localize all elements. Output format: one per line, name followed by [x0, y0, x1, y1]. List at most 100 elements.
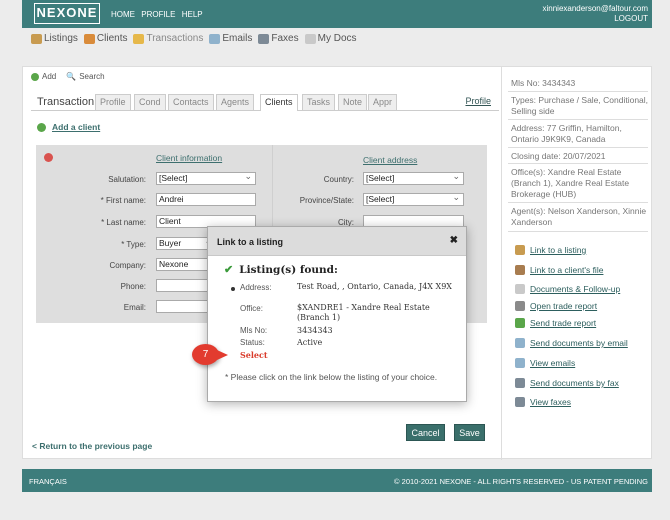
- link-listing-label: Link to a listing: [530, 245, 587, 255]
- client-address-heading[interactable]: Client address: [363, 155, 417, 165]
- tabs-row: Transaction Profile Cond Contacts Agents…: [31, 91, 499, 111]
- mls-value: 3434343: [297, 326, 333, 335]
- nav-mydocs[interactable]: My Docs: [304, 33, 357, 44]
- checkmark-icon: ✔: [224, 263, 234, 276]
- copyright: © 2010-2021 NEXONE - ALL RIGHTS RESERVED…: [394, 477, 648, 486]
- select-link[interactable]: Select: [240, 350, 268, 360]
- nav-home[interactable]: HOME: [111, 10, 135, 19]
- client-info-heading[interactable]: Client information: [156, 153, 222, 163]
- add-client-link[interactable]: Add a client: [37, 122, 100, 132]
- house-icon: [31, 33, 42, 44]
- step-callout: 7: [192, 344, 228, 365]
- send-trade-report-action[interactable]: Send trade report: [515, 318, 596, 328]
- link-listing-action[interactable]: Link to a listing: [515, 245, 586, 255]
- bullet-icon: [231, 287, 235, 291]
- province-select[interactable]: [Select]: [363, 192, 464, 206]
- action-bar: Add 🔍 Search: [31, 72, 105, 81]
- phone-label: Phone:: [120, 282, 146, 291]
- tab-contacts[interactable]: Contacts: [168, 94, 214, 110]
- summary-address: Address: 77 Griffin, Hamilton, Ontario J…: [511, 123, 622, 144]
- summary-separator: [508, 119, 648, 120]
- send-email-label: Send documents by email: [530, 338, 628, 348]
- tab-clients[interactable]: Clients: [260, 94, 298, 111]
- tab-cond[interactable]: Cond: [134, 94, 166, 110]
- report-icon: [515, 301, 525, 311]
- tab-note[interactable]: Note: [338, 94, 368, 110]
- language-link[interactable]: FRANÇAIS: [29, 477, 67, 486]
- client-file-icon: [515, 265, 525, 275]
- office-value: $XANDRE1 - Xandre Real Estate (Branch 1): [297, 303, 430, 322]
- salutation-select[interactable]: [Select]: [156, 171, 256, 185]
- documents-icon: [515, 284, 525, 294]
- close-icon[interactable]: ✖: [450, 235, 458, 246]
- cancel-button[interactable]: Cancel: [406, 424, 445, 441]
- main-nav: Listings Clients Transactions Emails Fax…: [31, 33, 357, 44]
- nav-transactions[interactable]: Transactions: [133, 33, 203, 44]
- nav-emails-label: Emails: [222, 33, 253, 44]
- logout-link[interactable]: LOGOUT: [542, 14, 648, 24]
- address-label: Address:: [240, 283, 272, 292]
- tab-tasks[interactable]: Tasks: [302, 94, 336, 110]
- modal-header: Link to a listing ✖: [208, 227, 466, 256]
- open-trade-report-action[interactable]: Open trade report: [515, 301, 597, 311]
- send-fax-label: Send documents by fax: [530, 378, 619, 388]
- type-label: * Type:: [121, 240, 146, 249]
- documents-action[interactable]: Documents & Follow-up: [515, 284, 620, 294]
- add-button[interactable]: Add: [31, 72, 56, 81]
- open-trade-report-label: Open trade report: [530, 301, 598, 311]
- remove-icon[interactable]: [44, 153, 53, 162]
- save-button[interactable]: Save: [454, 424, 485, 441]
- nav-emails[interactable]: Emails: [209, 33, 252, 44]
- first-name-input[interactable]: Andrei: [156, 193, 256, 206]
- nav-profile[interactable]: PROFILE: [141, 10, 175, 19]
- profile-link[interactable]: Profile: [465, 96, 491, 106]
- nav-faxes[interactable]: Faxes: [258, 33, 299, 44]
- province-label: Province/State:: [299, 196, 354, 205]
- summary-separator: [508, 163, 648, 164]
- envelope-icon: [209, 33, 221, 44]
- user-email: xinniexanderson@faltour.com: [542, 4, 648, 13]
- top-nav: HOME PROFILE HELP: [111, 10, 207, 19]
- country-select[interactable]: [Select]: [363, 171, 464, 185]
- back-link[interactable]: < Return to the previous page: [32, 441, 152, 451]
- search-icon: 🔍: [66, 72, 77, 81]
- top-bar: NEXONE HOME PROFILE HELP xinniexanderson…: [22, 0, 652, 28]
- add-icon: [31, 72, 39, 81]
- nav-listings[interactable]: Listings: [31, 33, 78, 44]
- email-label: Email:: [123, 303, 146, 312]
- nav-help[interactable]: HELP: [182, 10, 203, 19]
- link-client-action[interactable]: Link to a client's file: [515, 265, 603, 275]
- summary-types: Types: Purchase / Sale, Conditional, Sel…: [511, 95, 649, 116]
- tab-agents[interactable]: Agents: [216, 94, 255, 110]
- envelope-icon: [515, 358, 525, 368]
- first-name-label: * First name:: [100, 196, 146, 205]
- listings-found: ✔ Listing(s) found:: [224, 263, 338, 276]
- summary-separator: [508, 202, 648, 203]
- envelope-icon: [515, 338, 525, 348]
- tab-profile[interactable]: Profile: [95, 94, 131, 110]
- link-client-label: Link to a client's file: [530, 265, 604, 275]
- nav-clients-label: Clients: [96, 33, 128, 44]
- salutation-label: Salutation:: [108, 175, 146, 184]
- summary-closing: Closing date: 20/07/2021: [511, 151, 606, 161]
- nav-clients[interactable]: Clients: [83, 33, 128, 44]
- documents-icon: [304, 33, 316, 44]
- fax-icon: [515, 378, 525, 388]
- view-faxes-action[interactable]: View faxes: [515, 397, 571, 407]
- summary-panel: Mls No: 3434343 Types: Purchase / Sale, …: [501, 67, 653, 460]
- summary-mls: Mls No: 3434343: [511, 78, 576, 88]
- view-emails-action[interactable]: View emails: [515, 358, 575, 368]
- office-label: Office:: [240, 304, 263, 313]
- tab-appr[interactable]: Appr: [368, 94, 398, 110]
- send-fax-action[interactable]: Send documents by fax: [515, 378, 619, 388]
- add-client-label: Add a client: [52, 122, 101, 132]
- send-email-action[interactable]: Send documents by email: [515, 338, 628, 348]
- nav-listings-label: Listings: [44, 33, 78, 44]
- documents-label: Documents & Follow-up: [530, 284, 621, 294]
- add-label: Add: [42, 72, 57, 81]
- nexone-logo[interactable]: NEXONE: [34, 3, 100, 24]
- fax-icon: [515, 397, 525, 407]
- country-label: Country:: [323, 175, 354, 184]
- search-button[interactable]: 🔍 Search: [66, 72, 104, 81]
- summary-offices: Office(s): Xandre Real Estate (Branch 1)…: [511, 167, 630, 199]
